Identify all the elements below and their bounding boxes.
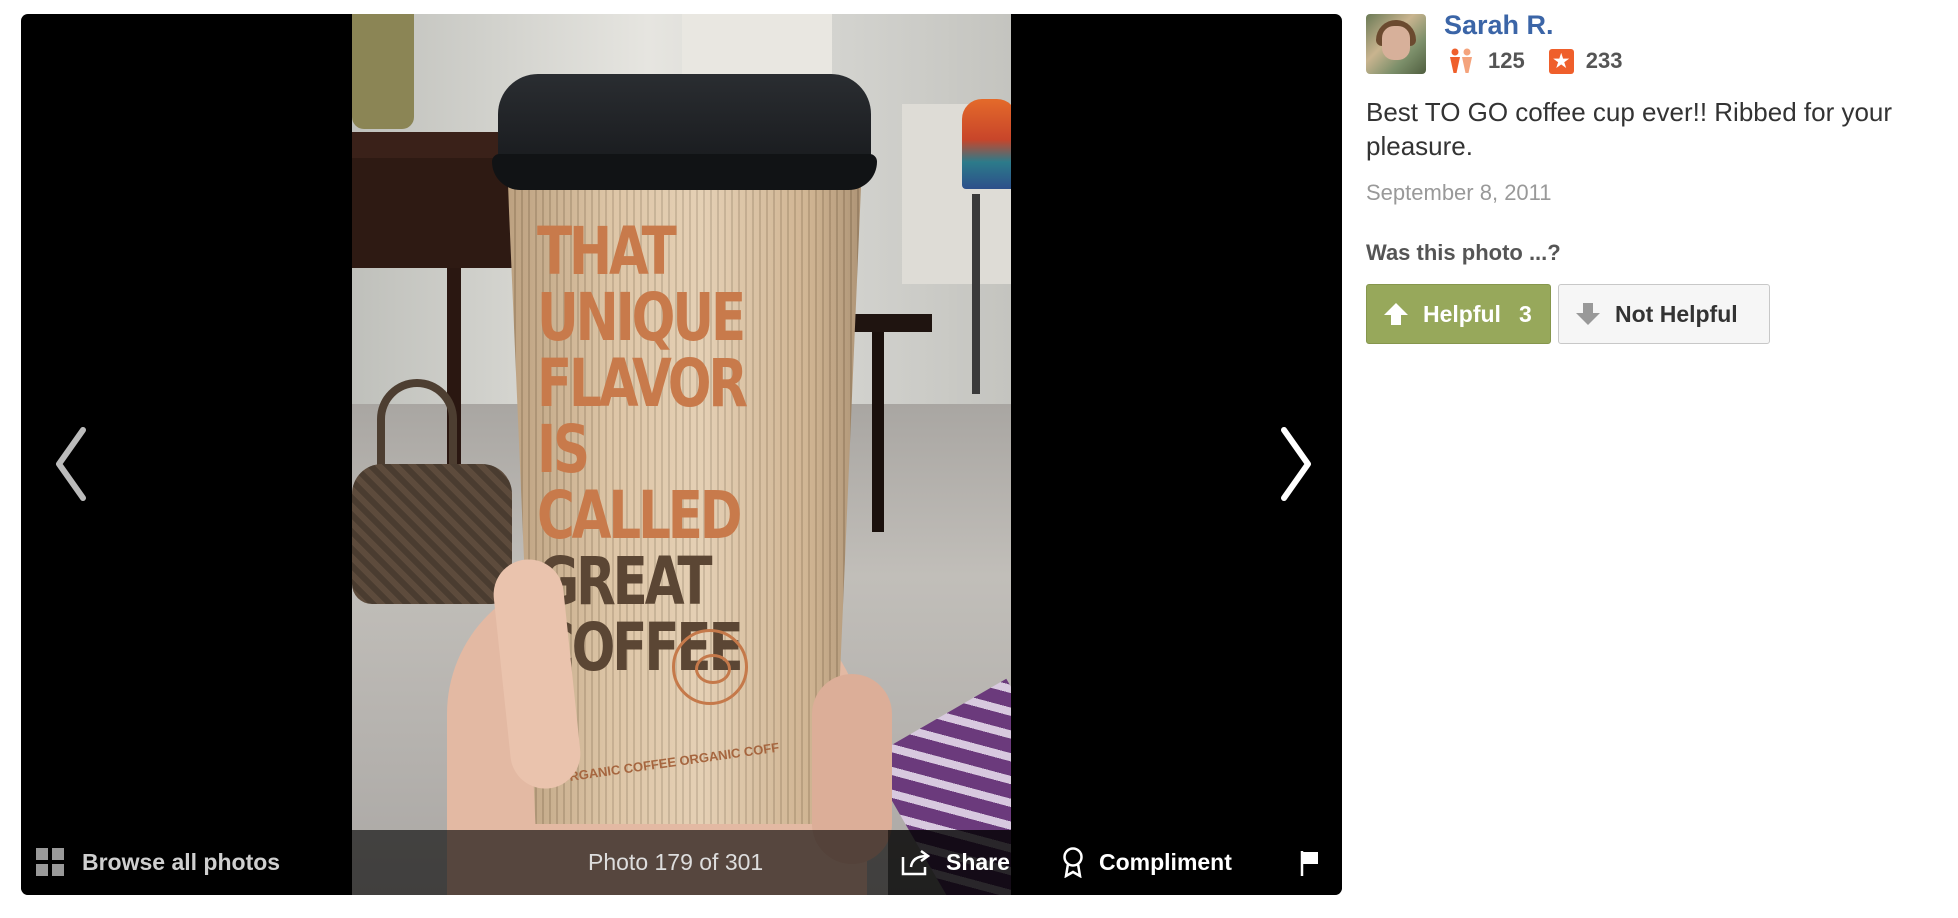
browse-all-photos-link[interactable]: Browse all photos (36, 848, 280, 876)
reviews-count-stat: ★ 233 (1548, 48, 1623, 74)
avatar[interactable] (1366, 14, 1426, 74)
chevron-left-icon (56, 427, 86, 501)
user-name-link[interactable]: Sarah R. (1444, 10, 1554, 41)
flag-icon (1300, 851, 1318, 876)
arrow-down-icon (1576, 303, 1600, 325)
arrow-up-icon (1384, 303, 1408, 325)
cup-text-line: FLAVOR (537, 345, 748, 422)
cup-text-line: IS CALLED (537, 411, 743, 554)
friends-icon (1450, 48, 1472, 73)
helpful-question: Was this photo ...? (1366, 240, 1561, 265)
helpful-label: Helpful (1423, 300, 1501, 327)
friends-count: 125 (1488, 48, 1525, 73)
photo-vase (352, 14, 414, 129)
photo-basket (352, 464, 512, 604)
review-star-icon: ★ (1548, 48, 1574, 74)
next-photo-button[interactable] (1271, 414, 1321, 514)
photo-counter: Photo 179 of 301 (588, 849, 764, 875)
photo-stool-leg (972, 194, 980, 394)
user-stats: 125 ★ 233 (1446, 48, 1646, 74)
grid-icon (36, 848, 64, 876)
reviews-count: 233 (1585, 48, 1623, 73)
not-helpful-button[interactable]: Not Helpful (1558, 284, 1770, 344)
share-label: Share (946, 849, 1010, 875)
cup-printed-text: THAT UNIQUE FLAVOR IS CALLED GREAT COFFE… (537, 219, 771, 681)
photo-caption: Best TO GO coffee cup ever!! Ribbed for … (1366, 97, 1893, 161)
cup-footer-text: E ORGANIC COFFEE ORGANIC COFF (546, 739, 780, 788)
browse-all-photos-label: Browse all photos (82, 848, 281, 875)
chevron-right-icon (1281, 427, 1311, 501)
cup-seal (672, 629, 748, 705)
photo-stool-leg (872, 332, 884, 532)
previous-photo-button[interactable] (46, 414, 96, 514)
compliment-label: Compliment (1099, 848, 1232, 875)
compliment-icon (1063, 847, 1083, 878)
helpful-button[interactable]: Helpful 3 (1366, 284, 1551, 344)
cup-text-line: THAT (537, 213, 677, 290)
helpful-count: 3 (1518, 300, 1532, 327)
photo-viewer: THAT UNIQUE FLAVOR IS CALLED GREAT COFFE… (21, 14, 1342, 895)
photo-desk-top (352, 132, 517, 158)
photo: THAT UNIQUE FLAVOR IS CALLED GREAT COFFE… (352, 14, 1011, 895)
cup-lid-rim (492, 154, 877, 190)
cup-text-line: GREAT (537, 543, 713, 620)
photo-date: September 8, 2011 (1366, 180, 1552, 205)
report-button[interactable] (1299, 849, 1321, 882)
not-helpful-label: Not Helpful (1615, 300, 1738, 327)
photo-toy (962, 99, 1011, 189)
share-icon (901, 849, 931, 875)
photo-toolbar: Browse all photos Photo 179 of 301 Share… (21, 830, 1342, 895)
share-button[interactable]: Share (888, 830, 1013, 895)
friends-count-stat: 125 (1446, 48, 1525, 74)
compliment-button[interactable]: Compliment (1061, 846, 1232, 878)
photo-desk-drawer (352, 158, 514, 268)
cup-text-line: UNIQUE (537, 279, 746, 356)
